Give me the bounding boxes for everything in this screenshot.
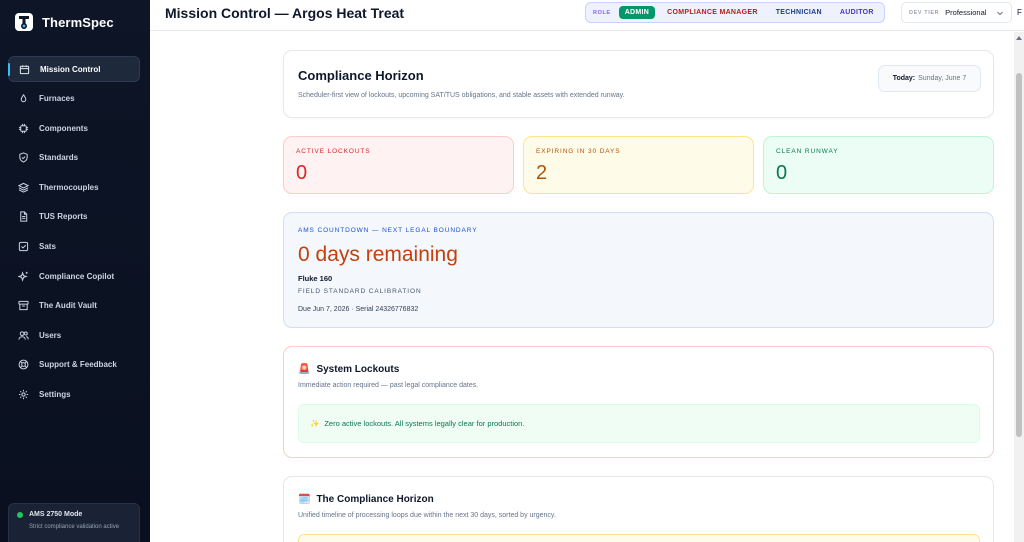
brand[interactable]: ThermSpec <box>14 11 114 33</box>
truncated-header-text: F <box>1017 8 1022 17</box>
sidebar-item-label: Furnaces <box>39 94 75 104</box>
no-lockouts-text: Zero active lockouts. All systems legall… <box>324 419 525 428</box>
timeline-entry[interactable] <box>298 534 980 542</box>
section-title: 🚨 System Lockouts <box>298 364 399 375</box>
ams-mode-title-row: AMS 2750 Mode <box>17 511 131 518</box>
role-compliance-manager-button[interactable]: COMPLIANCE MANAGER <box>661 6 764 19</box>
calendar-icon: 🗓️ <box>298 494 311 505</box>
top-bar: Mission Control — Argos Heat Treat ROLE … <box>150 0 1024 31</box>
page-title: Mission Control — Argos Heat Treat <box>165 5 405 21</box>
thermspec-logo-icon <box>15 13 33 31</box>
shield-icon <box>18 152 29 163</box>
today-badge: Today: Sunday, June 7 <box>878 65 981 92</box>
today-label: Today: <box>892 75 916 82</box>
chevron-down-icon <box>997 11 1003 15</box>
sidebar-item-settings[interactable]: Settings <box>8 382 140 408</box>
stat-label: EXPIRING IN 30 DAYS <box>536 148 621 155</box>
gear-icon <box>18 389 29 400</box>
role-technician-button[interactable]: TECHNICIAN <box>770 6 828 19</box>
archive-icon <box>18 300 29 311</box>
sidebar-item-support-feedback[interactable]: Support & Feedback <box>8 352 140 378</box>
timeline-subtitle: Unified timeline of processing loops due… <box>298 512 556 519</box>
stat-value: 0 <box>776 162 788 184</box>
sidebar-item-label: Thermocouples <box>39 182 99 192</box>
ams-countdown-card: AMS COUNTDOWN — NEXT LEGAL BOUNDARY 0 da… <box>283 212 994 328</box>
today-value: Sunday, June 7 <box>918 75 967 82</box>
document-icon <box>18 211 29 223</box>
sidebar-item-label: Sats <box>39 242 56 252</box>
ams-mode-subtitle: Strict compliance validation active <box>29 524 120 530</box>
system-lockouts-title: System Lockouts <box>316 364 400 375</box>
ams-days-remaining: 0 days remaining <box>298 243 458 266</box>
horizon-subtitle: Scheduler-first view of lockouts, upcomi… <box>298 92 625 99</box>
status-dot-icon <box>17 511 23 518</box>
no-lockouts-message: ✨ Zero active lockouts. All systems lega… <box>298 404 980 443</box>
stat-value: 2 <box>536 162 548 184</box>
sidebar-item-label: Mission Control <box>40 64 101 74</box>
system-lockouts-card: 🚨 System Lockouts Immediate action requi… <box>283 346 994 458</box>
sparkles-icon <box>18 270 29 282</box>
active-lockouts-card[interactable]: ACTIVE LOCKOUTS 0 <box>283 136 514 194</box>
dev-tier-label: DEV TIER <box>909 9 940 16</box>
users-icon <box>18 330 29 341</box>
brand-name: ThermSpec <box>42 14 114 30</box>
sidebar-item-components[interactable]: Components <box>8 115 140 141</box>
sidebar-item-compliance-copilot[interactable]: Compliance Copilot <box>8 263 140 289</box>
sidebar-item-label: Compliance Copilot <box>39 271 115 281</box>
role-switcher: ROLE ADMIN COMPLIANCE MANAGER TECHNICIAN… <box>585 2 885 23</box>
stat-label: ACTIVE LOCKOUTS <box>296 148 371 155</box>
compliance-horizon-card: Compliance Horizon Scheduler-first view … <box>283 50 994 118</box>
ams-mode-card: AMS 2750 Mode Strict compliance validati… <box>8 503 140 542</box>
sidebar-item-furnaces[interactable]: Furnaces <box>8 86 140 112</box>
flame-icon <box>18 93 29 104</box>
stat-value: 0 <box>296 162 308 184</box>
calendar-icon <box>19 64 30 75</box>
layers-icon <box>18 182 29 193</box>
sidebar-item-label: The Audit Vault <box>39 301 97 311</box>
horizon-title: Compliance Horizon <box>298 68 424 83</box>
ams-mode-title: AMS 2750 Mode <box>29 511 83 518</box>
clean-runway-card[interactable]: CLEAN RUNWAY 0 <box>763 136 994 194</box>
role-label: ROLE <box>593 9 611 16</box>
siren-icon: 🚨 <box>298 364 311 375</box>
sidebar-item-label: Support & Feedback <box>39 360 117 370</box>
ams-due-date: Due Jun 7, 2026 · Serial 24326776832 <box>298 306 419 313</box>
sidebar-item-thermocouples[interactable]: Thermocouples <box>8 174 140 200</box>
expiring-30-days-card[interactable]: EXPIRING IN 30 DAYS 2 <box>523 136 754 194</box>
ams-device-class: FIELD STANDARD CALIBRATION <box>298 288 422 295</box>
sidebar: ThermSpec Mission Control Furnaces Compo… <box>0 0 150 542</box>
scroll-thumb[interactable] <box>1016 73 1022 437</box>
dev-tier-value: Professional <box>945 8 987 17</box>
sidebar-item-label: Components <box>39 123 88 133</box>
sidebar-item-audit-vault[interactable]: The Audit Vault <box>8 293 140 319</box>
ams-device-name: Fluke 160 <box>298 274 333 283</box>
sparkles-icon: ✨ <box>310 419 320 428</box>
page-scrollbar[interactable] <box>1014 32 1024 542</box>
sidebar-item-sats[interactable]: Sats <box>8 234 140 260</box>
sidebar-item-label: Users <box>39 330 62 340</box>
role-admin-button[interactable]: ADMIN <box>618 6 656 19</box>
sidebar-item-standards[interactable]: Standards <box>8 145 140 171</box>
sidebar-item-mission-control[interactable]: Mission Control <box>8 56 140 82</box>
role-auditor-button[interactable]: AUDITOR <box>834 6 880 19</box>
cpu-icon <box>18 123 29 134</box>
section-title: 🗓️ The Compliance Horizon <box>298 494 434 505</box>
sidebar-item-tus-reports[interactable]: TUS Reports <box>8 204 140 230</box>
dev-tier-select[interactable]: DEV TIER Professional <box>901 2 1012 23</box>
scroll-up-arrow-icon[interactable] <box>1016 36 1022 40</box>
system-lockouts-subtitle: Immediate action required — past legal c… <box>298 382 479 389</box>
sidebar-item-label: Settings <box>39 390 71 400</box>
sidebar-item-users[interactable]: Users <box>8 322 140 348</box>
sidebar-item-label: Standards <box>39 153 79 163</box>
checkbox-icon <box>18 241 29 252</box>
timeline-title: The Compliance Horizon <box>316 494 434 505</box>
sidebar-nav: Mission Control Furnaces Components Stan… <box>8 56 140 411</box>
compliance-timeline-card: 🗓️ The Compliance Horizon Unified timeli… <box>283 476 994 542</box>
stat-label: CLEAN RUNWAY <box>776 148 839 155</box>
ams-countdown-kicker: AMS COUNTDOWN — NEXT LEGAL BOUNDARY <box>298 227 478 234</box>
support-icon <box>18 359 29 370</box>
sidebar-item-label: TUS Reports <box>39 212 88 222</box>
